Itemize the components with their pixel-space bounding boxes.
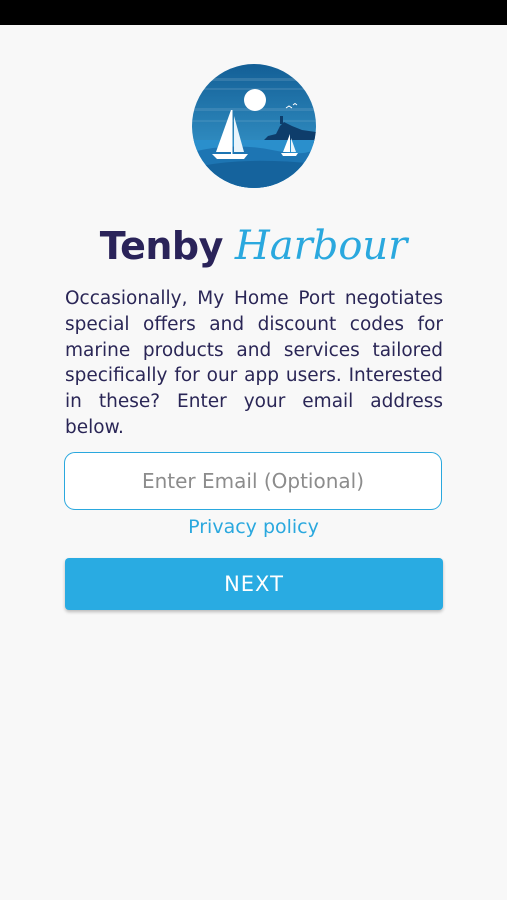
intro-text: Occasionally, My Home Port negotiates sp… xyxy=(65,288,443,438)
next-button[interactable]: NEXT xyxy=(65,558,443,610)
email-field[interactable] xyxy=(64,452,442,510)
email-signup-screen: Tenby Harbour Occasionally, My Home Port … xyxy=(0,25,507,900)
harbour-sailboat-logo-icon xyxy=(192,64,316,188)
brand-name-part1: Tenby xyxy=(99,224,224,268)
status-bar xyxy=(0,0,507,25)
brand-name-part2: Harbour xyxy=(234,223,408,269)
brand-title: Tenby Harbour xyxy=(0,223,507,269)
privacy-policy-link[interactable]: Privacy policy xyxy=(0,516,507,538)
